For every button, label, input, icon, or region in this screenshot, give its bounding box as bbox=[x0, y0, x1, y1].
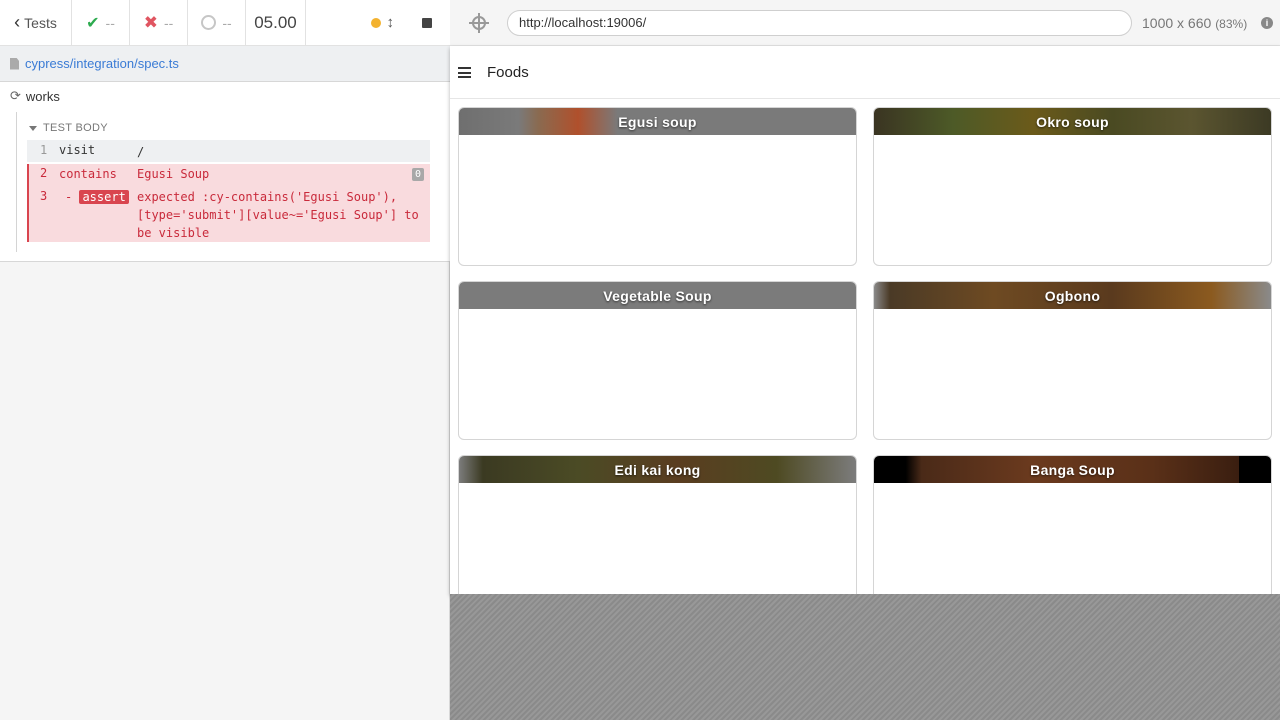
chevron-left-icon: ‹ bbox=[14, 11, 21, 32]
command-name: - assert bbox=[65, 190, 129, 204]
command-message: / bbox=[137, 145, 145, 159]
test-body: TEST BODY 1 visit / 2 contains Egusi Sou… bbox=[16, 112, 436, 252]
command-number: 3 bbox=[40, 189, 48, 203]
failed-stat: ✖ -- bbox=[130, 0, 188, 45]
command-name: visit bbox=[59, 143, 96, 157]
food-image: Vegetable Soup bbox=[459, 282, 856, 309]
app-preview: Foods Egusi soup Okro soup Vegetable Sou… bbox=[450, 46, 1280, 594]
food-name: Ogbono bbox=[1044, 287, 1101, 304]
refresh-icon: ⟳ bbox=[10, 88, 21, 103]
cypress-runner: ‹ Tests ✔ -- ✖ -- -- 05.00 ↕ cypress/int… bbox=[0, 0, 1280, 720]
back-to-tests-link[interactable]: ‹ Tests bbox=[0, 0, 72, 45]
command-row-failed[interactable]: 3 - assert expected :cy-contains('Egusi … bbox=[27, 186, 430, 242]
pending-count: -- bbox=[222, 14, 232, 31]
test-body-label: TEST BODY bbox=[43, 122, 108, 134]
command-number: 1 bbox=[40, 143, 48, 157]
auto-scroll-toggle-icon[interactable]: ↕ bbox=[387, 14, 395, 31]
run-controls: ↕ bbox=[306, 0, 450, 45]
food-card[interactable]: Banga Soup bbox=[873, 455, 1272, 594]
food-name: Okro soup bbox=[1036, 113, 1109, 130]
command-number: 2 bbox=[40, 166, 48, 180]
test-runnable: ⟳ works TEST BODY 1 visit / 2 contains E… bbox=[0, 82, 450, 262]
spec-bar: cypress/integration/spec.ts bbox=[0, 46, 450, 82]
info-icon[interactable]: i bbox=[1261, 17, 1273, 29]
food-name: Vegetable Soup bbox=[603, 287, 712, 304]
food-image: Egusi soup bbox=[459, 108, 856, 135]
command-row-failed[interactable]: 2 contains Egusi Soup 0 bbox=[27, 164, 430, 186]
food-name: Banga Soup bbox=[1030, 461, 1115, 478]
passed-count: -- bbox=[105, 14, 115, 31]
running-status-dot bbox=[370, 17, 381, 28]
food-image: Ogbono bbox=[874, 282, 1271, 309]
check-icon: ✔ bbox=[86, 14, 100, 32]
selector-playground-icon[interactable] bbox=[469, 13, 489, 33]
assert-tag: assert bbox=[79, 190, 129, 204]
x-icon: ✖ bbox=[143, 12, 158, 32]
pending-circle-icon bbox=[201, 15, 217, 30]
hamburger-menu-icon[interactable] bbox=[458, 67, 471, 78]
pending-stat: -- bbox=[188, 0, 246, 45]
food-card[interactable]: Egusi soup bbox=[458, 107, 857, 266]
command-row[interactable]: 1 visit / bbox=[27, 140, 430, 162]
caret-down-icon bbox=[29, 125, 37, 131]
app-title: Foods bbox=[487, 64, 529, 81]
command-message: expected :cy-contains('Egusi Soup'), [ty… bbox=[137, 190, 419, 240]
food-card[interactable]: Okro soup bbox=[873, 107, 1272, 266]
spec-file-link[interactable]: cypress/integration/spec.ts bbox=[25, 56, 179, 71]
command-name: contains bbox=[59, 167, 117, 181]
food-image: Okro soup bbox=[874, 108, 1271, 135]
test-title[interactable]: ⟳ works bbox=[10, 88, 60, 104]
stop-button[interactable] bbox=[422, 17, 432, 28]
file-icon bbox=[10, 57, 19, 70]
reporter-panel: ‹ Tests ✔ -- ✖ -- -- 05.00 ↕ cypress/int… bbox=[0, 0, 450, 720]
test-title-label: works bbox=[25, 88, 60, 104]
food-image: Banga Soup bbox=[874, 456, 1271, 483]
command-message: Egusi Soup bbox=[137, 167, 210, 181]
app-bar: Foods bbox=[450, 46, 1280, 99]
tests-label: Tests bbox=[24, 14, 57, 31]
element-count-badge: 0 bbox=[411, 168, 424, 181]
viewport-background bbox=[450, 594, 1280, 720]
duration: 05.00 bbox=[246, 0, 306, 45]
food-name: Egusi soup bbox=[618, 113, 697, 130]
food-card[interactable]: Ogbono bbox=[873, 281, 1272, 440]
food-card[interactable]: Vegetable Soup bbox=[458, 281, 857, 440]
test-body-header[interactable]: TEST BODY bbox=[29, 122, 108, 134]
viewport-info: 1000 x 660 (83%) bbox=[1142, 15, 1247, 31]
reporter-stats-bar: ‹ Tests ✔ -- ✖ -- -- 05.00 ↕ bbox=[0, 0, 450, 46]
food-card[interactable]: Edi kai kong bbox=[458, 455, 857, 594]
food-image: Edi kai kong bbox=[459, 456, 856, 483]
url-bar: http://localhost:19006/ bbox=[507, 10, 1132, 36]
failed-count: -- bbox=[163, 14, 174, 31]
viewport-size: 1000 x 660 bbox=[1142, 15, 1212, 31]
food-name: Edi kai kong bbox=[614, 461, 701, 478]
passed-stat: ✔ -- bbox=[72, 0, 130, 45]
viewport-scale: (83%) bbox=[1215, 17, 1248, 31]
